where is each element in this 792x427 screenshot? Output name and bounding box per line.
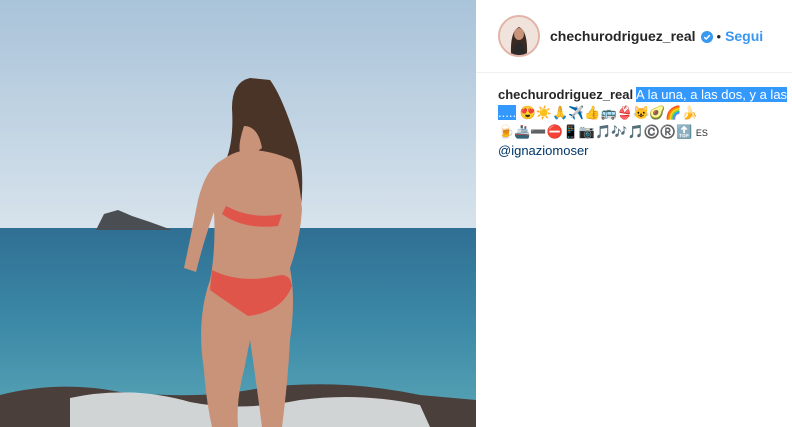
follow-button[interactable]: Segui [725,28,763,44]
post-side-panel: chechurodriguez_real • Segui chechurodri… [476,0,792,427]
beach-photo-image [0,0,476,427]
post-header: chechurodriguez_real • Segui [476,0,792,73]
verified-badge-icon [700,30,713,43]
caption-emojis-2: 🍺🚢➖⛔📱📷🎵🎶🎵©️®️🔝 [498,124,693,139]
avatar[interactable] [498,15,540,57]
mention-link[interactable]: @ignaziomoser [498,142,788,160]
post-caption: chechurodriguez_real A la una, a las dos… [498,86,788,160]
post-photo[interactable] [0,0,476,427]
caption-author-link[interactable]: chechurodriguez_real [498,87,633,102]
separator-dot: • [716,28,722,44]
username-link[interactable]: chechurodriguez_real [550,28,696,44]
caption-emoji-suffix: ES [695,128,708,138]
caption-emojis-1: 😍☀️🙏✈️👍🚌👙😺🥑🌈🍌 [519,105,698,120]
